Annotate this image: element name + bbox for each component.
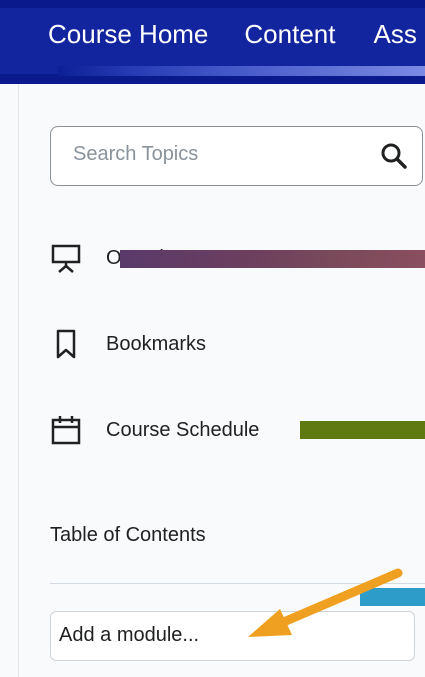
add-module-placeholder: Add a module...: [59, 624, 200, 646]
nav-assessments[interactable]: Ass: [373, 16, 416, 52]
schedule-glitch-bar: [300, 421, 425, 439]
menu-item-course-schedule[interactable]: Course Schedule: [50, 410, 259, 450]
menu-item-bookmarks[interactable]: Bookmarks: [50, 324, 206, 364]
nav-links: Course Home Content Ass: [0, 16, 417, 52]
calendar-icon: [50, 414, 82, 446]
search-topics-field[interactable]: Search Topics: [50, 126, 423, 186]
nav-content[interactable]: Content: [244, 16, 335, 52]
nav-underline-artifact: [58, 66, 425, 76]
presentation-icon: [50, 242, 82, 274]
bookmark-icon: [50, 328, 82, 360]
overview-glitch-bar: [120, 250, 425, 268]
panel-edge: [18, 84, 19, 677]
search-icon[interactable]: [380, 142, 408, 170]
menu-item-label: Course Schedule: [106, 418, 260, 441]
nav-course-home[interactable]: Course Home: [48, 16, 208, 52]
search-placeholder: Search Topics: [73, 143, 199, 165]
callout-arrow-icon: [248, 568, 403, 637]
menu-item-label: Bookmarks: [106, 332, 207, 355]
table-of-contents-heading: Table of Contents: [50, 524, 206, 546]
course-navbar: Course Home Content Ass: [0, 0, 425, 84]
